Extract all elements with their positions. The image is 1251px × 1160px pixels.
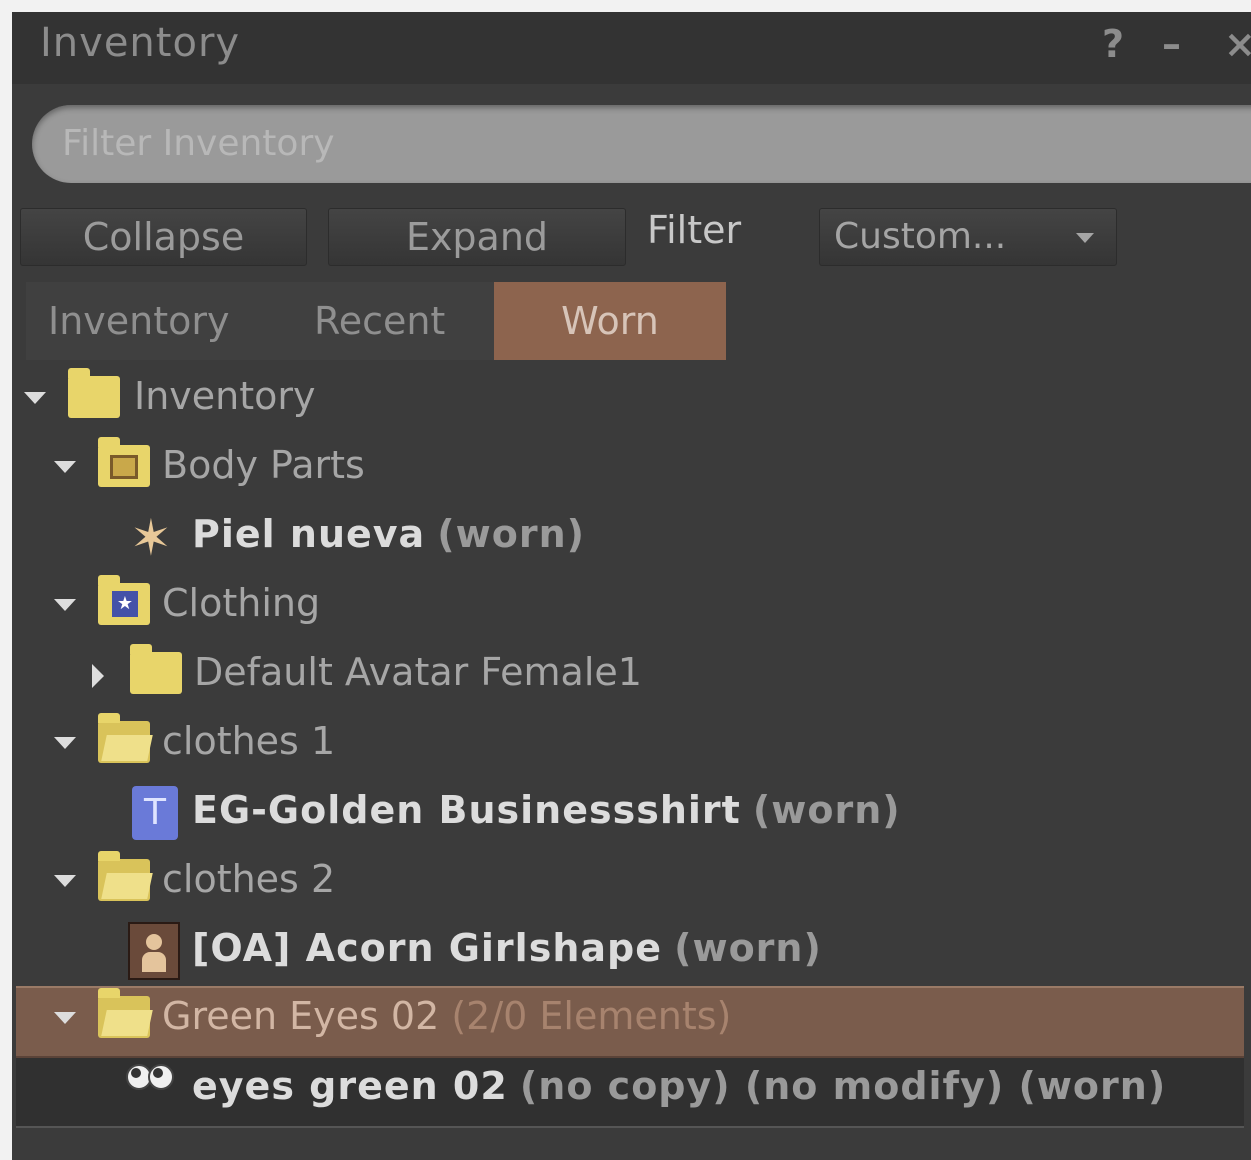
tree-item-label: clothes 2 xyxy=(162,857,336,901)
tree-item-status: (worn) xyxy=(752,788,901,832)
clothing-folder-icon: ★ xyxy=(98,575,150,625)
expand-arrow-icon[interactable] xyxy=(54,599,76,611)
tree-item-label: Piel nueva xyxy=(192,512,426,556)
title-bar: Inventory ? – × xyxy=(12,12,1251,84)
body-parts-folder-icon xyxy=(98,437,150,487)
tree-row-businessshirt[interactable]: T EG-Golden Businessshirt (worn) xyxy=(12,782,1251,850)
tab-worn[interactable]: Worn xyxy=(494,282,726,360)
tree-row-body-parts[interactable]: Body Parts xyxy=(12,437,1251,505)
skin-icon: ✶ xyxy=(130,509,172,567)
tree-item-status: (no copy) (no modify) (worn) xyxy=(519,1064,1167,1108)
eyes-icon xyxy=(126,1064,186,1094)
open-folder-icon xyxy=(98,988,150,1038)
tree-row-clothes-1[interactable]: clothes 1 xyxy=(12,713,1251,781)
tree-item-label: eyes green 02 xyxy=(192,1064,508,1108)
tree-row-clothing[interactable]: ★ Clothing xyxy=(12,575,1251,643)
filter-dropdown-value: Custom... xyxy=(834,216,1007,257)
tree-item-label: [OA] Acorn Girlshape xyxy=(192,926,662,970)
minimize-button[interactable]: – xyxy=(1162,22,1181,66)
tree-row-piel-nueva[interactable]: ✶ Piel nueva (worn) xyxy=(12,506,1251,574)
tab-recent[interactable]: Recent xyxy=(314,282,445,360)
tree-item-label: EG-Golden Businessshirt xyxy=(192,788,741,832)
search-placeholder: Filter Inventory xyxy=(62,123,335,164)
shape-icon xyxy=(128,922,180,980)
tree-row-inventory[interactable]: Inventory xyxy=(12,368,1251,436)
tab-inventory[interactable]: Inventory xyxy=(48,282,230,360)
tree-item-label: Default Avatar Female1 xyxy=(194,650,642,694)
close-button[interactable]: × xyxy=(1224,22,1251,66)
filter-dropdown[interactable]: Custom... xyxy=(819,208,1117,266)
tree-item-count: (2/0 Elements) xyxy=(451,994,732,1038)
expand-arrow-icon[interactable] xyxy=(54,1012,76,1024)
folder-icon xyxy=(130,644,182,694)
inventory-window: Inventory ? – × Filter Inventory Collaps… xyxy=(12,12,1251,1160)
tree-row-green-eyes[interactable]: Green Eyes 02 (2/0 Elements) xyxy=(16,986,1244,1058)
tree-item-label: Clothing xyxy=(162,581,321,625)
tree-item-label: Body Parts xyxy=(162,443,365,487)
open-folder-icon xyxy=(98,851,150,901)
tree-item-status: (worn) xyxy=(437,512,586,556)
collapse-arrow-icon[interactable] xyxy=(92,664,104,688)
expand-arrow-icon[interactable] xyxy=(24,392,46,404)
expand-arrow-icon[interactable] xyxy=(54,737,76,749)
open-folder-icon xyxy=(98,713,150,763)
shirt-icon: T xyxy=(132,786,178,840)
tree-item-label: clothes 1 xyxy=(162,719,336,763)
expand-arrow-icon[interactable] xyxy=(54,461,76,473)
tree-row-eyes-green[interactable]: eyes green 02 (no copy) (no modify) (wor… xyxy=(16,1058,1244,1128)
window-title: Inventory xyxy=(40,20,241,66)
tree-item-label: Green Eyes 02 xyxy=(162,994,440,1038)
filter-label: Filter xyxy=(647,208,742,252)
expand-arrow-icon[interactable] xyxy=(54,875,76,887)
tree-row-acorn-girlshape[interactable]: [OA] Acorn Girlshape (worn) xyxy=(12,920,1251,988)
folder-icon xyxy=(68,368,120,418)
tree-item-status: (worn) xyxy=(674,926,822,970)
collapse-button[interactable]: Collapse xyxy=(20,208,307,266)
filter-inventory-input[interactable]: Filter Inventory xyxy=(32,105,1251,183)
help-button[interactable]: ? xyxy=(1102,22,1124,66)
expand-button[interactable]: Expand xyxy=(328,208,626,266)
tree-row-default-avatar[interactable]: Default Avatar Female1 xyxy=(12,644,1251,712)
chevron-down-icon xyxy=(1076,233,1094,243)
tab-bar: Inventory Recent Worn xyxy=(26,282,726,360)
tree-item-label: Inventory xyxy=(134,374,316,418)
tree-row-clothes-2[interactable]: clothes 2 xyxy=(12,851,1251,919)
